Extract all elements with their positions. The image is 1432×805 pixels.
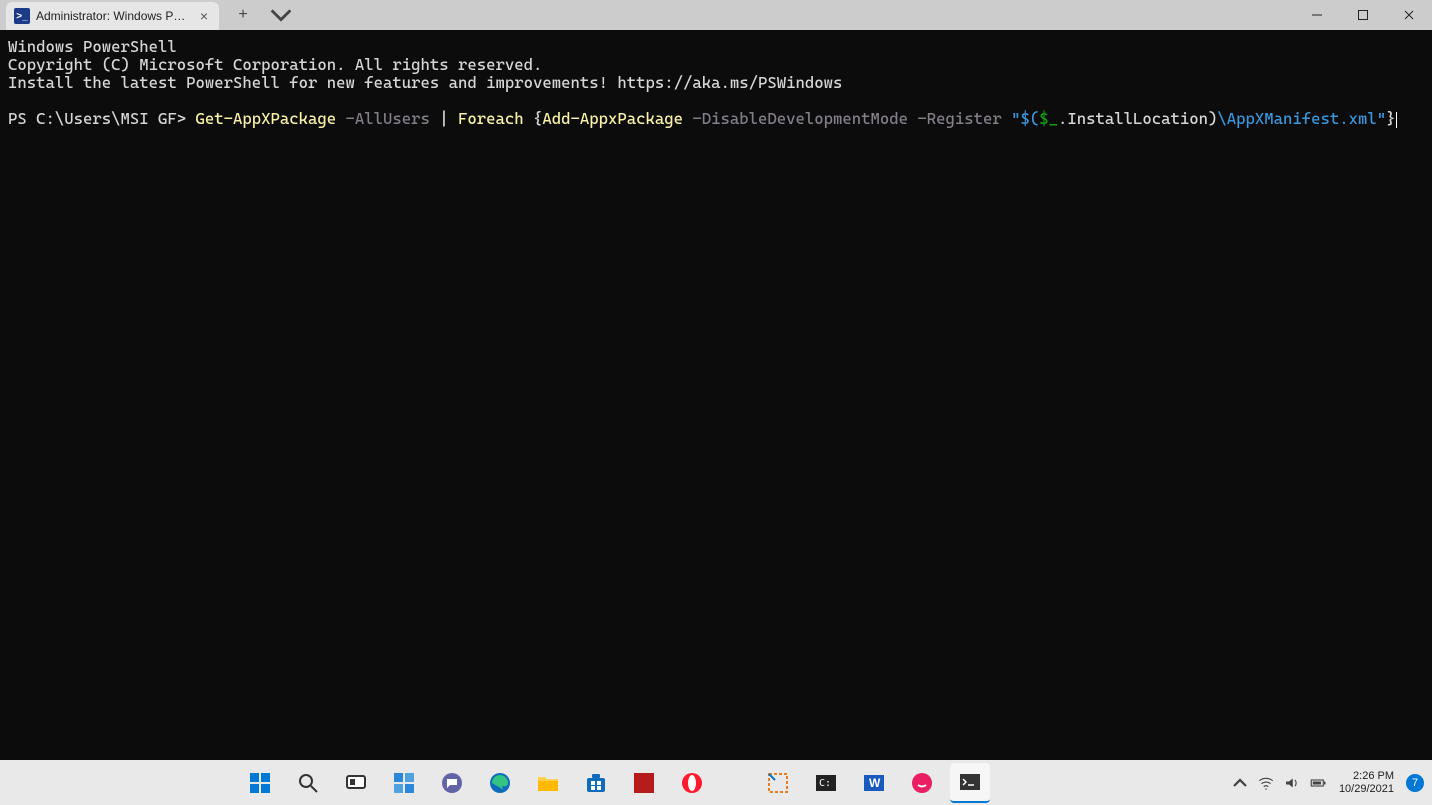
window-controls [1294,0,1432,30]
opera-button[interactable] [672,763,712,803]
brace: } [1386,109,1395,128]
app-pink-icon[interactable] [902,763,942,803]
terminal-app-button[interactable] [950,763,990,803]
system-tray: 2:26 PM 10/29/2021 7 [1231,770,1432,796]
maximize-button[interactable] [1340,0,1386,30]
terminal-line [8,92,1424,110]
paren: ) [1208,109,1217,128]
terminal-area[interactable]: Windows PowerShellCopyright (C) Microsof… [0,30,1432,760]
cmd-button[interactable]: C: [806,763,846,803]
volume-icon[interactable] [1283,774,1301,792]
taskbar: C: W 2:26 PM 10/29/2021 7 [0,760,1432,805]
file-explorer-button[interactable] [528,763,568,803]
clock-time: 2:26 PM [1339,770,1394,783]
notification-badge[interactable]: 7 [1406,774,1424,792]
snipping-tool-button[interactable] [758,763,798,803]
text-cursor [1396,112,1397,128]
tab-title: Administrator: Windows PowerS [36,9,191,23]
variable: $_ [1039,109,1058,128]
microsoft-store-button[interactable] [576,763,616,803]
title-bar: >_ Administrator: Windows PowerS × + [0,0,1432,30]
keyword: Foreach [458,109,533,128]
start-button[interactable] [240,763,280,803]
tab-close-button[interactable]: × [197,9,211,23]
string-start: "$( [1011,109,1039,128]
cmd-param: -AllUsers [336,109,439,128]
new-tab-button[interactable]: + [229,1,257,29]
clock-date: 10/29/2021 [1339,783,1394,796]
cmdlet: Get-AppXPackage [196,109,337,128]
widgets-button[interactable] [384,763,424,803]
tab-powershell[interactable]: >_ Administrator: Windows PowerS × [6,2,219,30]
tab-dropdown-button[interactable] [267,1,295,29]
task-view-button[interactable] [336,763,376,803]
word-button[interactable]: W [854,763,894,803]
terminal-line: Windows PowerShell [8,38,1424,56]
close-window-button[interactable] [1386,0,1432,30]
edge-button[interactable] [480,763,520,803]
app-red-icon[interactable] [624,763,664,803]
string-end: \AppXManifest.xml" [1217,109,1386,128]
prompt-text: PS C:\Users\MSI GF> [8,109,196,128]
pipe: | [439,109,458,128]
search-button[interactable] [288,763,328,803]
tab-actions: + [229,0,295,30]
svg-text:C:: C: [819,778,831,789]
brace: { [533,109,542,128]
clock[interactable]: 2:26 PM 10/29/2021 [1335,770,1398,796]
taskbar-center: C: W [0,763,1231,803]
terminal-line: Copyright (C) Microsoft Corporation. All… [8,56,1424,74]
terminal-line: Install the latest PowerShell for new fe… [8,74,1424,92]
battery-icon[interactable] [1309,774,1327,792]
wifi-icon[interactable] [1257,774,1275,792]
cmdlet: Add-AppxPackage [542,109,683,128]
terminal-prompt-line: PS C:\Users\MSI GF> Get-AppXPackage -All… [8,110,1424,128]
tray-overflow-button[interactable] [1231,774,1249,792]
cmd-param: -DisableDevelopmentMode -Register [683,109,1011,128]
chat-button[interactable] [432,763,472,803]
svg-text:W: W [869,776,881,790]
property: .InstallLocation [1058,109,1208,128]
powershell-icon: >_ [14,8,30,24]
minimize-button[interactable] [1294,0,1340,30]
